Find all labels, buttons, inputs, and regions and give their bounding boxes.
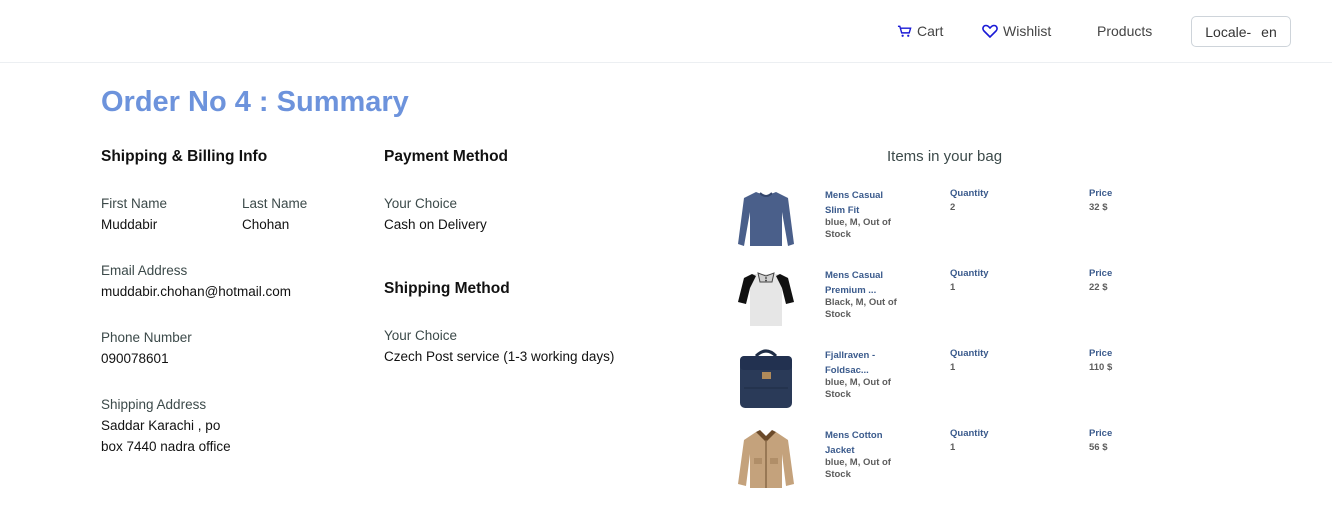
product-name-line1: Mens Casual [825,190,884,201]
product-name-line2: Jacket [825,445,855,456]
quantity-value: 1 [950,442,956,453]
heart-icon [982,24,998,38]
payment-choice-label: Your Choice [384,196,458,211]
product-name-line1: Mens Cotton [825,430,883,441]
wishlist-label: Wishlist [1003,23,1052,39]
product-meta-line1: blue, M, Out of [825,377,891,388]
product-name-line2: Premium ... [825,285,877,296]
quantity-value: 2 [950,202,956,213]
address-line2: box 7440 nadra office [101,439,231,454]
product-meta-line1: blue, M, Out of [825,457,891,468]
address-label: Shipping Address [101,397,207,412]
backpack-icon [740,349,792,408]
price-value: 32 $ [1089,202,1108,213]
quantity-label: Quantity [950,268,989,279]
phone-value: 090078601 [101,351,169,366]
product-meta: Black, M, Out of Stock [825,297,920,321]
shipping-choice-label: Your Choice [384,328,458,343]
shipping-method-heading: Shipping Method [384,280,510,297]
price-value: 56 $ [1089,442,1108,453]
quantity-label: Quantity [950,188,989,199]
tshirt-icon [738,272,794,326]
product-meta: blue, M, Out of Stock [825,377,920,401]
product-meta-line2: Stock [825,469,851,480]
product-meta-line2: Stock [825,229,851,240]
locale-dropdown[interactable]: Locale- en [1191,16,1291,47]
product-name[interactable]: Mens Casual Premium ... [825,268,920,298]
quantity-value: 1 [950,362,956,373]
phone-label: Phone Number [101,330,192,345]
last-name-label: Last Name [242,196,308,211]
price-label: Price [1089,348,1113,359]
quantity-label: Quantity [950,428,989,439]
price-label: Price [1089,428,1113,439]
product-meta: blue, M, Out of Stock [825,217,920,241]
product-name-line1: Fjallraven - [825,350,876,361]
product-meta-line1: blue, M, Out of [825,217,891,228]
price-label: Price [1089,188,1113,199]
product-name-line2: Foldsac... [825,365,869,376]
product-name[interactable]: Fjallraven - Foldsac... [825,348,920,378]
cart-link[interactable]: Cart [897,23,943,39]
address-line1: Saddar Karachi , po [101,418,221,433]
cart-label: Cart [917,23,944,39]
top-navbar: Cart Wishlist Products Locale- en [0,0,1332,63]
product-name-line1: Mens Casual [825,270,884,281]
locale-value: en [1261,23,1277,40]
cart-icon [897,25,912,37]
shipping-billing-heading: Shipping & Billing Info [101,148,268,165]
payment-method-heading: Payment Method [384,148,509,165]
price-value: 110 $ [1089,362,1113,373]
bag-item: Mens Casual Premium ... Black, M, Out of… [730,268,1150,334]
page-title: Order No 4 : Summary [101,86,409,118]
product-name-line2: Slim Fit [825,205,860,216]
email-label: Email Address [101,263,188,278]
first-name-label: First Name [101,196,168,211]
payment-choice-value: Cash on Delivery [384,217,487,232]
last-name-value: Chohan [242,217,290,232]
product-meta-line2: Stock [825,309,851,320]
bag-item: Mens Casual Slim Fit blue, M, Out of Sto… [730,188,1150,254]
price-value: 22 $ [1089,282,1108,293]
bag-item: Fjallraven - Foldsac... blue, M, Out of … [730,348,1150,414]
shirt-icon [738,192,794,246]
bag-title: Items in your bag [887,148,1003,165]
products-link[interactable]: Products [1097,23,1152,39]
product-meta: blue, M, Out of Stock [825,457,920,481]
product-name[interactable]: Mens Cotton Jacket [825,428,920,458]
email-value: muddabir.chohan@hotmail.com [101,284,292,299]
product-name[interactable]: Mens Casual Slim Fit [825,188,920,218]
products-label: Products [1097,23,1153,39]
price-label: Price [1089,268,1113,279]
first-name-value: Muddabir [101,217,158,232]
quantity-label: Quantity [950,348,989,359]
quantity-value: 1 [950,282,956,293]
wishlist-link[interactable]: Wishlist [982,23,1051,39]
locale-label: Locale- [1205,23,1252,40]
product-meta-line2: Stock [825,389,851,400]
jacket-icon [738,430,794,488]
product-meta-line1: Black, M, Out of [825,297,897,308]
bag-item: Mens Cotton Jacket blue, M, Out of Stock… [730,428,1150,494]
shipping-choice-value: Czech Post service (1-3 working days) [384,349,615,364]
